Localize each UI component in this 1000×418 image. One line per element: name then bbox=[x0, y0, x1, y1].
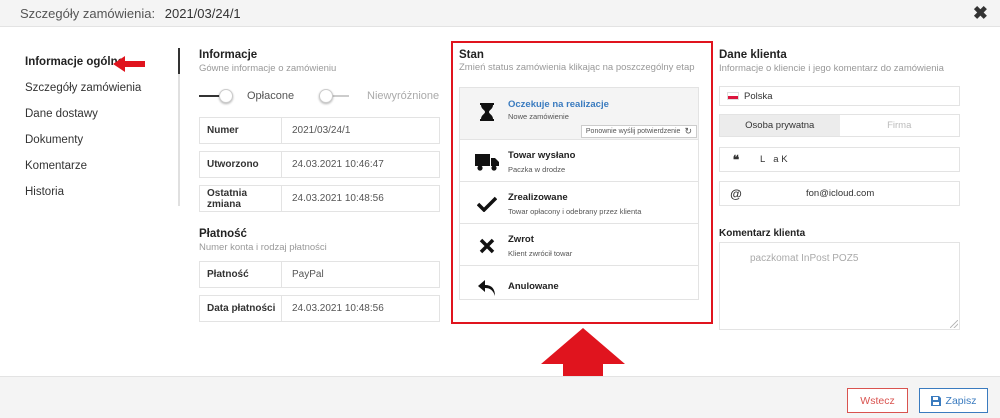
refresh-icon: ↻ bbox=[684, 126, 692, 136]
info-row-last-change: Ostatnia zmiana 24.03.2021 10:48:56 bbox=[199, 185, 440, 212]
resize-grip-icon[interactable] bbox=[950, 320, 958, 328]
at-sign-icon: @ bbox=[730, 186, 742, 201]
status-item-shipped[interactable]: Towar wysłano Paczka w drodze bbox=[460, 140, 698, 182]
status-item-returned[interactable]: Zwrot Klient zwrócił towar bbox=[460, 224, 698, 266]
payment-row-label: Data płatności bbox=[200, 296, 282, 321]
client-name-field[interactable]: ❝ L a K bbox=[719, 147, 960, 172]
back-button[interactable]: Wstecz bbox=[847, 388, 908, 413]
toggle-paid-knob bbox=[219, 89, 233, 103]
status-name: Oczekuje na realizacje bbox=[508, 99, 609, 110]
close-icon[interactable]: ✖ bbox=[973, 3, 988, 24]
client-type-company[interactable]: Firma bbox=[840, 115, 960, 136]
status-desc: Towar opłacony i odebrany przez klienta bbox=[508, 207, 642, 216]
country-value: Polska bbox=[744, 90, 773, 102]
status-name: Towar wysłano bbox=[508, 150, 576, 161]
red-arrow-up-icon bbox=[541, 328, 625, 376]
toggle-paid-track bbox=[199, 89, 233, 103]
truck-icon bbox=[474, 152, 500, 172]
payment-row-date: Data płatności 24.03.2021 10:48:56 bbox=[199, 295, 440, 322]
status-desc: Nowe zamówienie bbox=[508, 112, 569, 121]
modal-title: Szczegóły zamówienia: 2021/03/24/1 bbox=[20, 6, 241, 21]
client-comment-title: Komentarz klienta bbox=[719, 228, 806, 239]
status-item-cancelled[interactable]: Anulowane bbox=[460, 266, 698, 308]
poland-flag-icon bbox=[727, 92, 739, 100]
back-button-label: Wstecz bbox=[860, 394, 895, 407]
modal-title-label: Szczegóły zamówienia: bbox=[20, 6, 156, 21]
client-comment-value: paczkomat InPost POZ5 bbox=[750, 253, 859, 264]
toggle-paid[interactable]: Opłacone bbox=[199, 88, 294, 104]
nav-item-delivery-data[interactable]: Dane dostawy bbox=[25, 107, 141, 133]
client-section-title: Dane klienta bbox=[719, 49, 787, 61]
info-row-created: Utworzono 24.03.2021 10:46:47 bbox=[199, 151, 440, 178]
modal-header: Szczegóły zamówienia: 2021/03/24/1 ✖ bbox=[0, 0, 1000, 27]
red-arrow-left-icon bbox=[113, 56, 145, 72]
client-comment-textarea[interactable]: paczkomat InPost POZ5 bbox=[719, 242, 960, 330]
toggle-unmarked-knob bbox=[319, 89, 333, 103]
status-desc: Paczka w drodze bbox=[508, 165, 566, 174]
nav-divider bbox=[178, 48, 180, 206]
status-section-subtitle: Zmień status zamówienia klikając na posz… bbox=[459, 62, 695, 73]
modal-footer: Wstecz Zapisz bbox=[0, 376, 1000, 418]
status-desc: Klient zwrócił towar bbox=[508, 249, 573, 258]
hourglass-icon bbox=[474, 102, 500, 122]
client-type-private[interactable]: Osoba prywatna bbox=[720, 115, 840, 136]
status-section-title: Stan bbox=[459, 49, 484, 61]
info-row-label: Numer bbox=[200, 118, 282, 143]
client-section-subtitle: Informacje o kliencie i jego komentarz d… bbox=[719, 63, 944, 74]
quote-icon: ❝ bbox=[732, 152, 740, 167]
info-section-subtitle: Gówne informacje o zamówieniu bbox=[199, 63, 337, 74]
toggle-paid-label: Opłacone bbox=[247, 90, 295, 102]
info-row-value: 24.03.2021 10:46:47 bbox=[292, 159, 384, 170]
resend-label: Ponownie wyślij potwierdzenie bbox=[585, 128, 681, 135]
info-section-title: Informacje bbox=[199, 49, 258, 61]
undo-arrow-icon bbox=[474, 278, 500, 298]
nav-item-documents[interactable]: Dokumenty bbox=[25, 133, 141, 159]
info-row-label: Utworzono bbox=[200, 152, 282, 177]
status-name: Zrealizowane bbox=[508, 192, 568, 203]
status-list: Oczekuje na realizacje Nowe zamówienie P… bbox=[459, 87, 699, 300]
payment-row-label: Płatność bbox=[200, 262, 282, 287]
save-button-label: Zapisz bbox=[945, 394, 977, 407]
x-mark-icon bbox=[474, 236, 500, 256]
status-item-pending[interactable]: Oczekuje na realizacje Nowe zamówienie P… bbox=[460, 88, 698, 140]
payment-section-subtitle: Numer konta i rodzaj płatności bbox=[199, 242, 327, 253]
nav-item-comments[interactable]: Komentarze bbox=[25, 159, 141, 185]
payment-row-value: 24.03.2021 10:48:56 bbox=[292, 303, 384, 314]
country-select[interactable]: Polska bbox=[719, 86, 960, 106]
nav-item-order-details[interactable]: Szczegóły zamówienia bbox=[25, 81, 141, 107]
resend-confirmation-button[interactable]: Ponownie wyślij potwierdzenie ↻ bbox=[580, 125, 697, 138]
payment-row-method: Płatność PayPal bbox=[199, 261, 440, 288]
side-nav: Informacje ogólne Szczegóły zamówienia D… bbox=[25, 55, 141, 211]
payment-row-value: PayPal bbox=[292, 269, 324, 280]
status-item-completed[interactable]: Zrealizowane Towar opłacony i odebrany p… bbox=[460, 182, 698, 224]
info-row-number: Numer 2021/03/24/1 bbox=[199, 117, 440, 144]
nav-item-history[interactable]: Historia bbox=[25, 185, 141, 211]
toggle-unmarked[interactable]: Niewyróżnione bbox=[319, 88, 439, 104]
toggle-unmarked-track bbox=[319, 89, 349, 103]
order-number: 2021/03/24/1 bbox=[164, 6, 241, 21]
client-type-switch: Osoba prywatna Firma bbox=[719, 114, 960, 137]
payment-section-title: Płatność bbox=[199, 228, 247, 240]
info-row-value: 2021/03/24/1 bbox=[292, 125, 351, 136]
client-name-prefix: L bbox=[760, 154, 766, 165]
client-email-value: fon@icloud.com bbox=[806, 188, 875, 199]
info-row-label: Ostatnia zmiana bbox=[200, 186, 282, 211]
save-button[interactable]: Zapisz bbox=[919, 388, 988, 413]
floppy-disk-icon bbox=[930, 395, 941, 406]
toggle-unmarked-label: Niewyróżnione bbox=[367, 90, 440, 102]
client-name-suffix: a K bbox=[773, 154, 788, 165]
client-email-field[interactable]: @ fon@icloud.com bbox=[719, 181, 960, 206]
status-name: Zwrot bbox=[508, 234, 534, 245]
status-name: Anulowane bbox=[508, 281, 559, 292]
info-row-value: 24.03.2021 10:48:56 bbox=[292, 193, 384, 204]
checkmark-icon bbox=[474, 194, 500, 214]
